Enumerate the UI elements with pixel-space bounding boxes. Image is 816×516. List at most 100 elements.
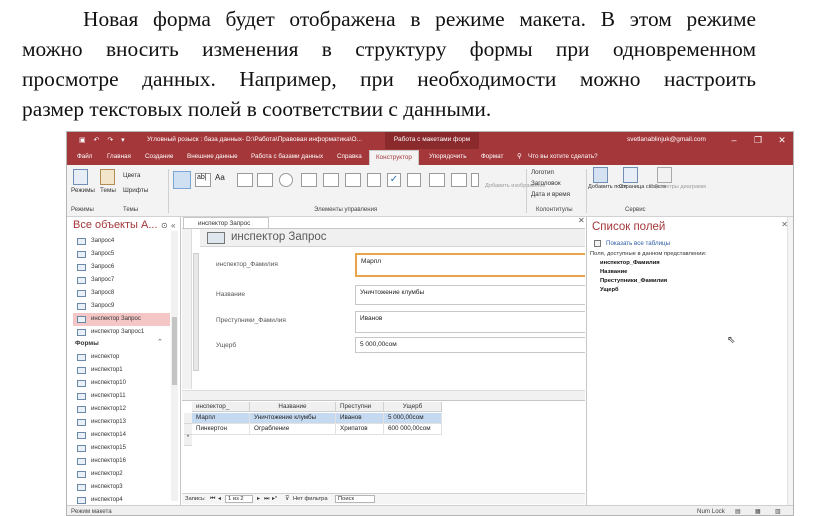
previous-record-icon[interactable]: ◂ — [218, 496, 221, 502]
add-fields-icon[interactable] — [593, 167, 608, 183]
record-position[interactable]: 1 из 2 — [225, 495, 253, 503]
nav-item-form[interactable]: инспектор12 — [73, 403, 170, 416]
fonts-button[interactable]: Шрифты — [123, 187, 148, 194]
tab-file[interactable]: Файл — [77, 153, 92, 160]
show-all-tables-link[interactable]: Показать все таблицы — [606, 240, 670, 247]
scrollbar-thumb[interactable] — [172, 317, 177, 385]
nav-section-forms[interactable]: Формы — [75, 340, 99, 347]
themes-icon[interactable] — [100, 169, 115, 185]
table-cell[interactable]: 5 000,00сом — [384, 413, 442, 424]
column-header[interactable]: Ущерб — [384, 402, 442, 412]
field-input[interactable]: Марпл — [355, 253, 585, 277]
chevron-up-icon[interactable]: ⌃ — [157, 338, 163, 346]
column-header[interactable]: Преступни — [336, 402, 384, 412]
nav-item-query-active[interactable]: инспектор Запрос — [73, 313, 170, 326]
field-input[interactable]: Иванов — [355, 311, 585, 333]
quick-access-toolbar[interactable]: ▣ ↶ ↷ ▾ — [79, 136, 128, 144]
field-list-item[interactable]: Ущерб — [600, 287, 619, 293]
field-input[interactable]: Уничтожение клумбы — [355, 285, 585, 305]
tab-help[interactable]: Справка — [337, 153, 362, 160]
row-selector[interactable] — [184, 413, 192, 424]
search-icon[interactable]: ⊙ — [161, 221, 168, 230]
nav-item-form[interactable]: инспектор — [73, 351, 170, 364]
first-record-icon[interactable]: ⏮ — [210, 496, 215, 503]
tab-database-tools[interactable]: Работа с базами данных — [251, 153, 323, 160]
title-button[interactable]: Заголовок — [531, 180, 561, 187]
chart-settings-button[interactable]: Параметры диаграмм — [649, 184, 706, 190]
nav-item-form[interactable]: инспектор16 — [73, 455, 170, 468]
chart-control[interactable] — [451, 173, 467, 187]
themes-button[interactable]: Темы — [100, 187, 116, 194]
nav-item-form[interactable]: инспектор14 — [73, 429, 170, 442]
minimize-button[interactable]: – — [723, 134, 745, 147]
textbox-control[interactable]: ab| — [195, 173, 211, 187]
form-horizontal-scrollbar[interactable] — [182, 390, 585, 400]
record-selector[interactable] — [193, 253, 199, 371]
close-button[interactable]: ✕ — [771, 134, 793, 147]
field-list-item[interactable]: Название — [600, 269, 627, 275]
view-icon[interactable] — [73, 169, 88, 185]
document-tab[interactable]: инспектор Запрос — [183, 217, 269, 228]
option-group-control[interactable] — [345, 173, 361, 187]
design-view-icon[interactable]: ▥ — [775, 508, 781, 515]
table-cell[interactable]: Марпл — [192, 413, 250, 424]
search-box[interactable]: Поиск — [335, 495, 375, 503]
field-label[interactable]: Название — [216, 291, 245, 298]
nav-item-form[interactable]: инспектор13 — [73, 416, 170, 429]
nav-item-form[interactable]: инспектор3 — [73, 481, 170, 494]
nav-item-form[interactable]: инспектор15 — [73, 442, 170, 455]
button-control[interactable] — [237, 173, 253, 187]
tab-create[interactable]: Создание — [145, 153, 173, 160]
nav-item-query[interactable]: Запрос9 — [73, 300, 170, 313]
tab-arrange[interactable]: Упорядочить — [429, 153, 466, 160]
date-time-button[interactable]: Дата и время — [531, 191, 570, 198]
navigation-control[interactable] — [323, 173, 339, 187]
checkbox-control[interactable]: ✓ — [387, 173, 401, 187]
views-button[interactable]: Режимы — [71, 187, 95, 194]
field-label[interactable]: инспектор_Фамилия — [216, 261, 278, 268]
nav-item-query[interactable]: Запрос5 — [73, 248, 170, 261]
combo-box-control[interactable] — [429, 173, 445, 187]
form-view-icon[interactable]: ▤ — [735, 508, 741, 515]
table-cell[interactable]: Ограбление — [250, 424, 336, 435]
tab-control[interactable] — [257, 173, 273, 187]
nav-item-form[interactable]: инспектор10 — [73, 377, 170, 390]
column-header[interactable]: инспектор_ — [192, 402, 250, 412]
hyperlink-control[interactable] — [279, 173, 293, 187]
table-cell[interactable]: Иванов — [336, 413, 384, 424]
nav-item-query[interactable]: Запрос6 — [73, 261, 170, 274]
tell-me-search[interactable]: Что вы хотите сделать? — [528, 153, 598, 160]
page-break-control[interactable] — [367, 173, 381, 187]
table-cell[interactable]: Уничтожение клумбы — [250, 413, 336, 424]
nav-item-query[interactable]: Запрос4 — [73, 235, 170, 248]
collapse-pane-icon[interactable]: « — [171, 221, 175, 230]
form-title[interactable]: инспектор Запрос — [231, 231, 327, 243]
row-selector[interactable] — [184, 424, 192, 435]
last-record-icon[interactable]: ⏭ — [264, 496, 269, 503]
nav-scrollbar[interactable] — [171, 231, 178, 501]
tab-home[interactable]: Главная — [107, 153, 131, 160]
property-sheet-icon[interactable] — [623, 167, 638, 183]
column-header[interactable]: Название — [250, 402, 336, 412]
new-row-selector[interactable]: * — [184, 435, 192, 446]
table-cell[interactable]: Пинкертон — [192, 424, 250, 435]
field-list-item[interactable]: инспектор_Фамилия — [600, 260, 660, 266]
nav-item-form[interactable]: инспектор11 — [73, 390, 170, 403]
table-cell[interactable]: Хрипатов — [336, 424, 384, 435]
nav-item-query[interactable]: Запрос8 — [73, 287, 170, 300]
select-pointer-control[interactable] — [173, 171, 191, 189]
image-control[interactable] — [407, 173, 421, 187]
nav-item-form[interactable]: инспектор2 — [73, 468, 170, 481]
colors-button[interactable]: Цвета — [123, 172, 141, 179]
nav-item-query[interactable]: инспектор Запрос1 — [73, 326, 170, 339]
close-document-icon[interactable]: ✕ — [578, 216, 585, 225]
field-list-item[interactable]: Преступники_Фамилия — [600, 278, 667, 284]
web-browser-control[interactable] — [301, 173, 317, 187]
filter-status[interactable]: Нет фильтра — [293, 496, 328, 502]
field-input[interactable]: 5 000,00сом — [355, 337, 585, 353]
next-record-icon[interactable]: ▸ — [257, 496, 260, 502]
tab-design[interactable]: Конструктор — [369, 150, 419, 165]
field-label[interactable]: Ущерб — [216, 342, 236, 349]
field-label[interactable]: Преступники_Фамилия — [216, 317, 286, 324]
pane-scrollbar[interactable] — [787, 217, 793, 505]
